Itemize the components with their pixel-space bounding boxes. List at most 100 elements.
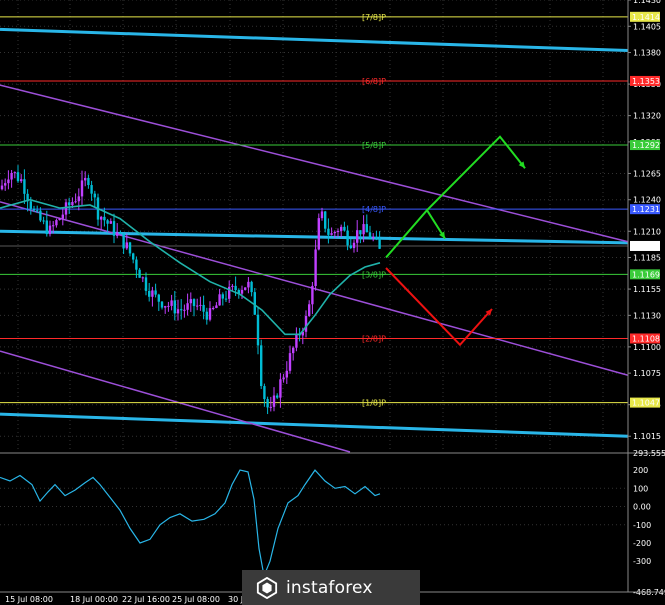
time-label-0: 15 Jul 08:00 bbox=[5, 595, 53, 604]
candle-body-69 bbox=[221, 294, 224, 299]
candle-body-15 bbox=[48, 225, 52, 235]
murray-price-label-0: 1.1414 bbox=[632, 13, 660, 22]
candle-body-91 bbox=[292, 347, 295, 354]
candle-body-36 bbox=[116, 232, 119, 236]
candle-body-2 bbox=[7, 179, 10, 184]
candle-body-67 bbox=[215, 305, 218, 308]
candle-body-65 bbox=[208, 308, 212, 320]
price-tick-label-15: 1.1015 bbox=[633, 432, 661, 441]
candle-body-40 bbox=[128, 242, 132, 254]
candle-body-6 bbox=[20, 179, 23, 182]
candle-body-66 bbox=[212, 307, 215, 309]
murray-label-2: [5/8]P bbox=[362, 141, 386, 150]
candle-body-57 bbox=[183, 309, 186, 311]
candle-body-112 bbox=[359, 230, 362, 235]
candle-body-22 bbox=[71, 201, 74, 206]
candle-body-10 bbox=[32, 208, 36, 211]
candle-body-116 bbox=[372, 236, 375, 239]
murray-label-5: [2/8]P bbox=[362, 334, 386, 343]
price-tick-label-4: 1.1320 bbox=[633, 112, 661, 121]
axis-bg bbox=[628, 0, 665, 605]
candle-body-33 bbox=[106, 220, 109, 224]
candle-body-111 bbox=[356, 230, 359, 243]
price-tick-label-2: 1.1380 bbox=[633, 49, 661, 58]
time-label-3: 25 Jul 08:00 bbox=[172, 595, 220, 604]
candle-body-72 bbox=[231, 285, 234, 287]
candle-body-73 bbox=[234, 285, 237, 291]
cci-tick-label-6: -300 bbox=[633, 557, 651, 566]
price-tick-label-9: 1.1185 bbox=[633, 254, 661, 263]
candle-body-45 bbox=[144, 277, 148, 291]
murray-price-label-3: 1.1231 bbox=[632, 205, 660, 214]
candle-body-53 bbox=[170, 300, 173, 306]
price-tick-label-7: 1.1240 bbox=[633, 196, 661, 205]
candle-body-39 bbox=[125, 242, 128, 249]
murray-label-0: [7/8]P bbox=[362, 13, 386, 22]
price-tick-label-6: 1.1265 bbox=[633, 169, 661, 178]
cci-tick-label-3: 0.00 bbox=[633, 503, 651, 512]
candle-body-14 bbox=[45, 220, 48, 235]
cci-tick-label-5: -200 bbox=[633, 539, 651, 548]
candle-body-101 bbox=[324, 211, 327, 229]
murray-price-label-2: 1.1292 bbox=[632, 141, 660, 150]
cci-tick-label-4: -100 bbox=[633, 521, 651, 530]
candle-body-86 bbox=[276, 395, 279, 398]
candle-body-77 bbox=[247, 281, 250, 288]
candle-body-64 bbox=[205, 311, 208, 320]
candle-body-107 bbox=[343, 226, 346, 231]
instaforex-logo: instaforex bbox=[242, 570, 420, 605]
price-tick-label-13: 1.1075 bbox=[633, 369, 661, 378]
candle-body-31 bbox=[100, 216, 103, 220]
cci-tick-label-2: 100 bbox=[633, 484, 648, 493]
candle-body-1 bbox=[4, 183, 7, 186]
candle-body-85 bbox=[272, 395, 276, 407]
candle-body-83 bbox=[266, 399, 269, 408]
candle-body-59 bbox=[189, 299, 192, 304]
price-tick-label-1: 1.1405 bbox=[633, 22, 661, 31]
candle-body-68 bbox=[218, 294, 221, 306]
candle-body-16 bbox=[52, 225, 55, 227]
candle-body-117 bbox=[375, 236, 378, 239]
murray-label-3: [4/8]P bbox=[362, 205, 386, 214]
candle-body-78 bbox=[250, 281, 253, 293]
time-label-2: 22 Jul 16:00 bbox=[122, 595, 170, 604]
candle-body-41 bbox=[132, 253, 135, 260]
price-tick-label-12: 1.1100 bbox=[633, 343, 661, 352]
candle-body-28 bbox=[90, 185, 93, 194]
candle-body-89 bbox=[285, 370, 288, 378]
cci-tick-label-0: 293.5554 bbox=[633, 449, 665, 458]
candle-body-51 bbox=[164, 306, 167, 308]
candle-body-34 bbox=[109, 221, 112, 224]
candle-body-49 bbox=[157, 294, 160, 302]
candle-body-24 bbox=[77, 196, 80, 202]
candle-body-19 bbox=[61, 214, 64, 219]
candle-body-26 bbox=[84, 177, 87, 181]
candle-body-103 bbox=[330, 233, 333, 235]
candle-body-55 bbox=[176, 309, 180, 314]
murray-label-6: [1/8]P bbox=[362, 399, 386, 408]
price-tick-label-0: 1.1430 bbox=[633, 0, 661, 5]
candle-body-80 bbox=[256, 314, 260, 346]
candle-body-18 bbox=[58, 218, 61, 221]
candle-body-47 bbox=[151, 290, 154, 297]
candle-body-114 bbox=[365, 224, 368, 233]
candle-body-56 bbox=[180, 309, 183, 311]
candle-body-52 bbox=[167, 305, 170, 307]
candle-body-104 bbox=[333, 232, 336, 234]
candle-body-106 bbox=[340, 226, 343, 231]
candle-body-58 bbox=[186, 303, 189, 310]
candle-body-63 bbox=[202, 304, 205, 312]
candle-body-17 bbox=[55, 220, 58, 226]
candle-body-23 bbox=[74, 201, 77, 203]
candle-body-4 bbox=[13, 172, 16, 174]
candle-body-46 bbox=[148, 290, 151, 297]
murray-price-label-5: 1.1108 bbox=[632, 334, 660, 343]
candle-body-32 bbox=[103, 216, 106, 221]
candle-body-70 bbox=[224, 298, 228, 300]
candle-body-90 bbox=[288, 353, 292, 371]
candle-body-97 bbox=[311, 285, 314, 305]
candle-body-109 bbox=[349, 245, 352, 249]
candle-body-29 bbox=[93, 193, 96, 198]
candle-body-20 bbox=[64, 202, 68, 215]
candle-body-62 bbox=[199, 304, 202, 306]
